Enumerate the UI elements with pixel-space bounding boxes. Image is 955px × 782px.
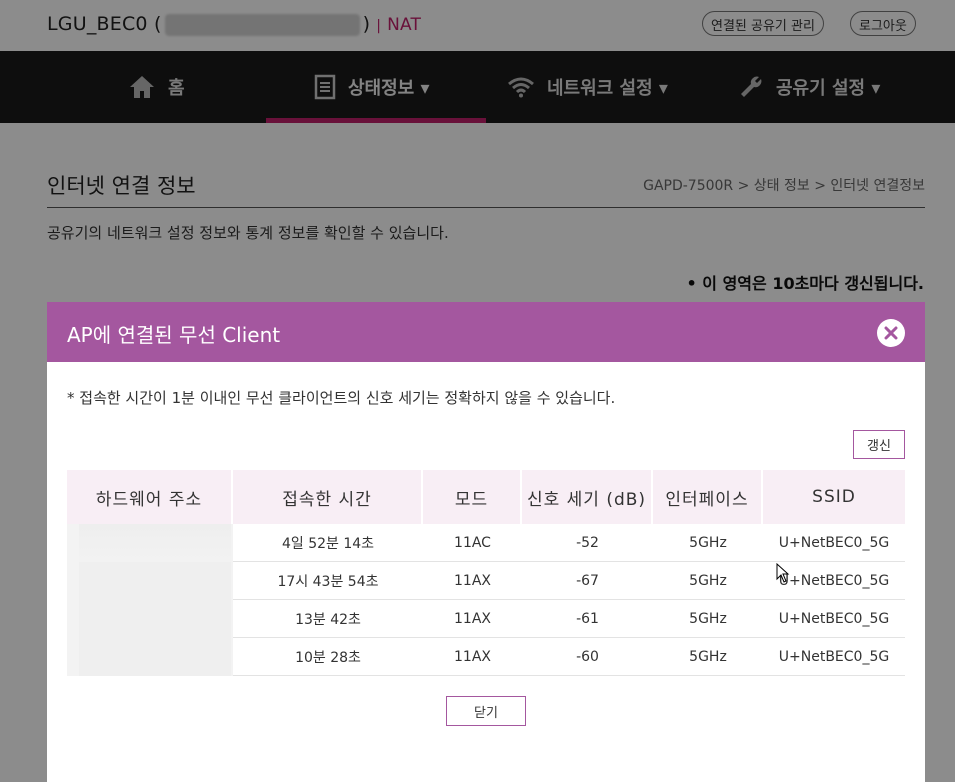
col-header-time: 접속한 시간	[233, 470, 423, 524]
cell-iface: 5GHz	[653, 562, 763, 600]
cell-ssid: U+NetBEC0_5G	[763, 600, 905, 638]
dialog-header: AP에 연결된 무선 Client	[47, 302, 925, 362]
mouse-cursor-icon	[776, 562, 790, 587]
wireless-client-dialog: AP에 연결된 무선 Client * 접속한 시간이 1분 이내인 무선 클라…	[47, 302, 925, 782]
cell-signal: -60	[522, 638, 653, 676]
cell-signal: -61	[522, 600, 653, 638]
cell-mode: 11AX	[423, 600, 522, 638]
cell-ssid: U+NetBEC0_5G	[763, 638, 905, 676]
cell-iface: 5GHz	[653, 600, 763, 638]
col-header-iface: 인터페이스	[653, 470, 763, 524]
col-header-mode: 모드	[423, 470, 522, 524]
dialog-title: AP에 연결된 무선 Client	[67, 323, 281, 347]
close-icon[interactable]	[877, 319, 905, 347]
cell-time: 17시 43분 54초	[233, 562, 423, 600]
close-dialog-button[interactable]: 닫기	[446, 696, 526, 726]
cell-mode: 11AC	[423, 524, 522, 562]
dialog-note: * 접속한 시간이 1분 이내인 무선 클라이언트의 신호 세기는 정확하지 않…	[67, 389, 616, 407]
hw-address-redacted	[67, 524, 233, 562]
cell-mode: 11AX	[423, 562, 522, 600]
col-header-signal: 신호 세기 (dB)	[522, 470, 653, 524]
col-header-ssid: SSID	[763, 470, 905, 524]
table-row: 13분 42초 11AX -61 5GHz U+NetBEC0_5G	[67, 600, 905, 638]
col-header-hw: 하드웨어 주소	[67, 470, 233, 524]
cell-iface: 5GHz	[653, 638, 763, 676]
cell-ssid: U+NetBEC0_5G	[763, 524, 905, 562]
cell-signal: -52	[522, 524, 653, 562]
table-row: 4일 52분 14초 11AC -52 5GHz U+NetBEC0_5G	[67, 524, 905, 562]
cell-signal: -67	[522, 562, 653, 600]
cell-iface: 5GHz	[653, 524, 763, 562]
cell-time: 13분 42초	[233, 600, 423, 638]
hw-address-redacted	[67, 562, 233, 600]
table-header-row: 하드웨어 주소 접속한 시간 모드 신호 세기 (dB) 인터페이스 SSID	[67, 470, 905, 524]
cell-mode: 11AX	[423, 638, 522, 676]
hw-address-redacted	[67, 600, 233, 638]
hw-address-redacted	[67, 638, 233, 676]
cell-time: 4일 52분 14초	[233, 524, 423, 562]
refresh-button[interactable]: 갱신	[853, 430, 905, 459]
table-row: 10분 28초 11AX -60 5GHz U+NetBEC0_5G	[67, 638, 905, 676]
cell-time: 10분 28초	[233, 638, 423, 676]
